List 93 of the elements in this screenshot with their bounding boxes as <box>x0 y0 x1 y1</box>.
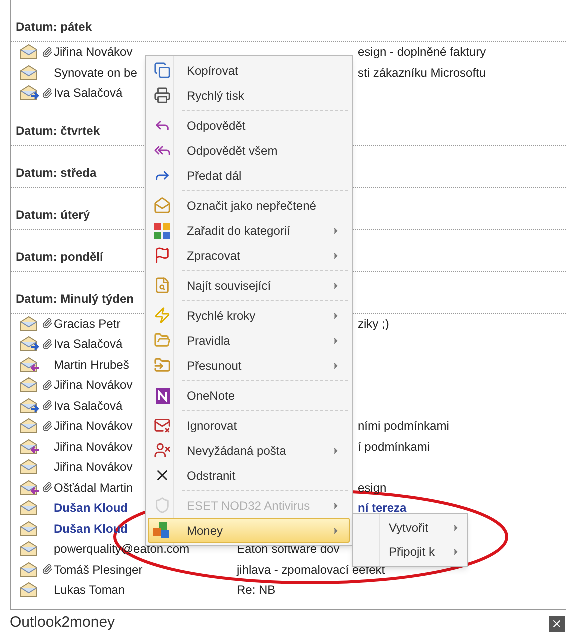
sender-name: Jiřina Novákov <box>54 418 133 436</box>
open-mail-icon <box>154 197 170 214</box>
menu-item[interactable]: Money <box>148 518 350 543</box>
subject-text: ními podmínkami <box>358 418 450 436</box>
envelope-icon <box>20 500 40 516</box>
subject-text: sti zákazníku Microsoftu <box>358 64 486 82</box>
close-icon <box>551 618 563 630</box>
paperclip-icon <box>42 88 52 99</box>
group-heading: Datum: pondělí <box>16 248 104 266</box>
envelope-icon <box>20 398 40 414</box>
group-heading: Datum: Minulý týden <box>16 290 134 308</box>
menu-item[interactable]: Odpovědět <box>148 113 350 138</box>
paperclip-icon <box>42 338 52 350</box>
sender-name: Jiřina Novákov <box>54 377 133 394</box>
envelope-icon <box>20 336 40 352</box>
pane-title: Outlook2money <box>10 613 116 634</box>
document-search-icon <box>154 277 170 294</box>
menu-item[interactable]: Vytvořit <box>353 516 467 540</box>
menu-item[interactable]: Kopírovat <box>148 58 350 83</box>
squares-icon <box>153 522 171 540</box>
subject-text: esign - doplněné faktury <box>358 44 486 62</box>
paperclip-icon <box>42 420 52 432</box>
sender-name: Ošťádal Martin <box>54 480 134 497</box>
envelope-icon <box>20 418 40 434</box>
menu-item[interactable]: Zařadit do kategorií <box>148 218 350 243</box>
subject-text: Re: NB <box>237 582 276 600</box>
paperclip-icon <box>42 482 52 494</box>
menu-item[interactable]: Zpracovat <box>148 243 350 268</box>
lightning-icon <box>154 307 170 324</box>
menu-item[interactable]: Pravidla <box>148 328 350 353</box>
envelope-icon <box>20 582 40 598</box>
sender-name: Iva Salačová <box>54 85 123 102</box>
sender-name: Jiřina Novákov <box>54 44 133 62</box>
envelope-icon <box>20 520 40 537</box>
paperclip-icon <box>42 380 52 391</box>
envelope-icon <box>20 438 40 455</box>
blocked-user-icon <box>154 442 170 459</box>
menu-item[interactable]: Nevyžádaná pošta <box>148 438 350 463</box>
menu-item[interactable]: Najít související <box>148 273 350 298</box>
subject-text: jihlava - zpomalovací eefekt <box>237 562 386 579</box>
envelope-icon <box>20 44 40 60</box>
menu-item[interactable]: OneNote <box>148 383 350 408</box>
paperclip-icon <box>42 46 52 58</box>
envelope-icon <box>20 85 40 102</box>
envelope-icon <box>20 562 40 578</box>
envelope-icon <box>20 316 40 332</box>
menu-item[interactable]: Předat dál <box>148 163 350 188</box>
subject-text: Eaton software dov <box>237 541 340 558</box>
sender-name: Synovate on be <box>54 64 138 82</box>
sender-name: Jiřina Novákov <box>54 438 133 456</box>
envelope-icon <box>20 377 40 394</box>
paperclip-icon <box>42 564 52 576</box>
notebook-icon <box>153 386 171 404</box>
sender-name: Dušan Kloud <box>54 500 128 518</box>
folder-move-icon <box>154 357 170 374</box>
group-heading: Datum: středa <box>16 164 97 182</box>
menu-item[interactable]: Označit jako nepřečtené <box>148 193 350 218</box>
menu-item[interactable]: Rychlý tisk <box>148 83 350 108</box>
category-grid-icon <box>154 222 170 238</box>
sender-name: Lukas Toman <box>54 582 126 600</box>
envelope-icon <box>20 541 40 558</box>
close-button[interactable] <box>549 616 565 632</box>
paperclip-icon <box>42 318 52 330</box>
folder-icon <box>154 332 170 349</box>
envelope-icon <box>20 64 40 81</box>
menu-item[interactable]: Odpovědět všem <box>148 138 350 163</box>
menu-item[interactable]: Připojit k <box>353 540 467 564</box>
sender-name: Tomáš Plesinger <box>54 562 143 579</box>
envelope-icon <box>20 459 40 476</box>
envelope-icon <box>20 480 40 496</box>
envelope-icon <box>20 356 40 373</box>
menu-item[interactable]: Přesunout <box>148 353 350 378</box>
sender-name: Martin Hrubeš <box>54 356 130 374</box>
subject-text: esign <box>358 480 387 497</box>
group-heading: Datum: čtvrtek <box>16 122 100 140</box>
flag-icon <box>154 247 170 264</box>
menu-item[interactable]: Odstranit <box>148 463 350 488</box>
subject-text: ní tereza <box>358 500 407 518</box>
menu-item[interactable]: Rychlé kroky <box>148 303 350 328</box>
paperclip-icon <box>42 400 52 412</box>
group-heading: Datum: pátek <box>16 19 92 36</box>
group-heading: Datum: úterý <box>16 206 90 224</box>
sender-name: Jiřina Novákov <box>54 459 133 476</box>
copy-icon <box>154 62 170 79</box>
sender-name: Iva Salačová <box>54 336 123 354</box>
menu-item[interactable]: Ignorovat <box>148 413 350 438</box>
subject-text: ziky ;) <box>358 316 390 333</box>
subject-text: í podmínkami <box>358 438 430 456</box>
printer-icon <box>154 87 170 104</box>
sender-name: Iva Salačová <box>54 398 123 415</box>
sender-name: Gracias Petr <box>54 316 121 333</box>
shield-icon <box>154 497 170 514</box>
ignore-mail-icon <box>154 417 170 434</box>
